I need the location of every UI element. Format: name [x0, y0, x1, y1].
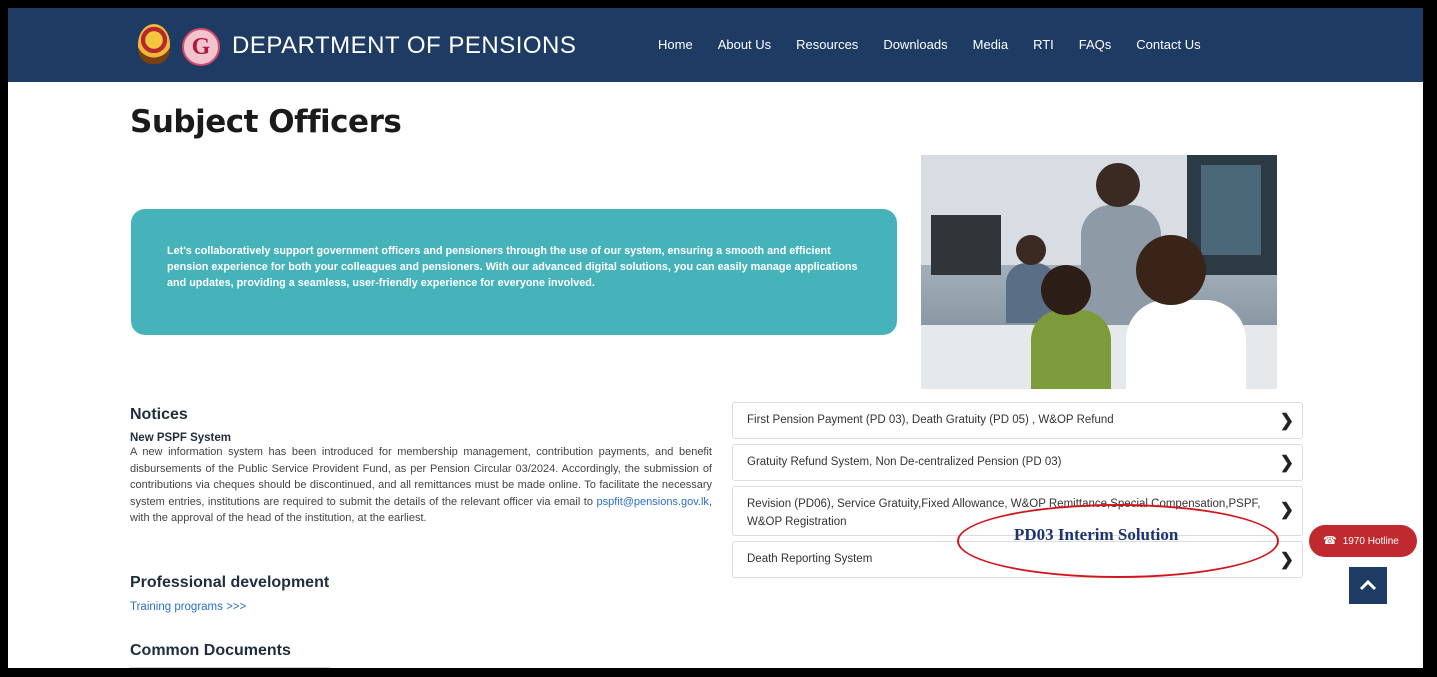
hotline-label: 1970 Hotline [1342, 536, 1399, 547]
chevron-right-icon: ❯ [1279, 410, 1294, 430]
nav-media[interactable]: Media [973, 37, 1008, 52]
system-item-label: Gratuity Refund System, Non De-centraliz… [747, 456, 1062, 468]
page-title: Subject Officers [130, 104, 402, 140]
annotation-label: PD03 Interim Solution [1014, 525, 1179, 544]
national-emblem-icon [138, 24, 170, 64]
notices-heading: Notices [130, 406, 188, 423]
common-documents-heading: Common Documents [130, 642, 291, 659]
chevron-up-icon [1359, 579, 1377, 591]
training-programs-link[interactable]: Training programs >>> [130, 601, 246, 613]
phone-icon: ☎ [1323, 535, 1337, 547]
scroll-to-top-button[interactable] [1349, 567, 1387, 604]
system-item-gratuity-refund[interactable]: Gratuity Refund System, Non De-centraliz… [732, 444, 1303, 481]
chevron-right-icon: ❯ [1279, 549, 1294, 569]
nav-faqs[interactable]: FAQs [1079, 37, 1112, 52]
nav-resources[interactable]: Resources [796, 37, 858, 52]
professional-development-heading: Professional development [130, 574, 330, 591]
intro-banner: Let's collaboratively support government… [131, 209, 897, 335]
notice-body: A new information system has been introd… [130, 444, 712, 527]
clipped-document-link[interactable] [130, 667, 330, 668]
department-logo-icon[interactable]: G [182, 28, 220, 66]
email-link[interactable]: pspfit@pensions.gov.lk [596, 496, 708, 508]
hotline-button[interactable]: ☎ 1970 Hotline [1309, 525, 1417, 557]
nav-contact-us[interactable]: Contact Us [1136, 37, 1200, 52]
nav-rti[interactable]: RTI [1033, 37, 1054, 52]
nav-home[interactable]: Home [658, 37, 693, 52]
nav-about-us[interactable]: About Us [718, 37, 771, 52]
system-item-label: First Pension Payment (PD 03), Death Gra… [747, 414, 1114, 426]
nav-downloads[interactable]: Downloads [883, 37, 947, 52]
chevron-right-icon: ❯ [1279, 500, 1294, 519]
top-navbar: G DEPARTMENT OF PENSIONS Home About Us R… [8, 8, 1423, 82]
site-title[interactable]: DEPARTMENT OF PENSIONS [232, 32, 576, 60]
notice-title: New PSPF System [130, 432, 231, 444]
system-item-first-pension[interactable]: First Pension Payment (PD 03), Death Gra… [732, 402, 1303, 439]
office-photo [921, 155, 1277, 389]
main-nav: Home About Us Resources Downloads Media … [658, 37, 1226, 52]
browser-viewport: G DEPARTMENT OF PENSIONS Home About Us R… [8, 8, 1423, 668]
chevron-right-icon: ❯ [1279, 452, 1294, 472]
